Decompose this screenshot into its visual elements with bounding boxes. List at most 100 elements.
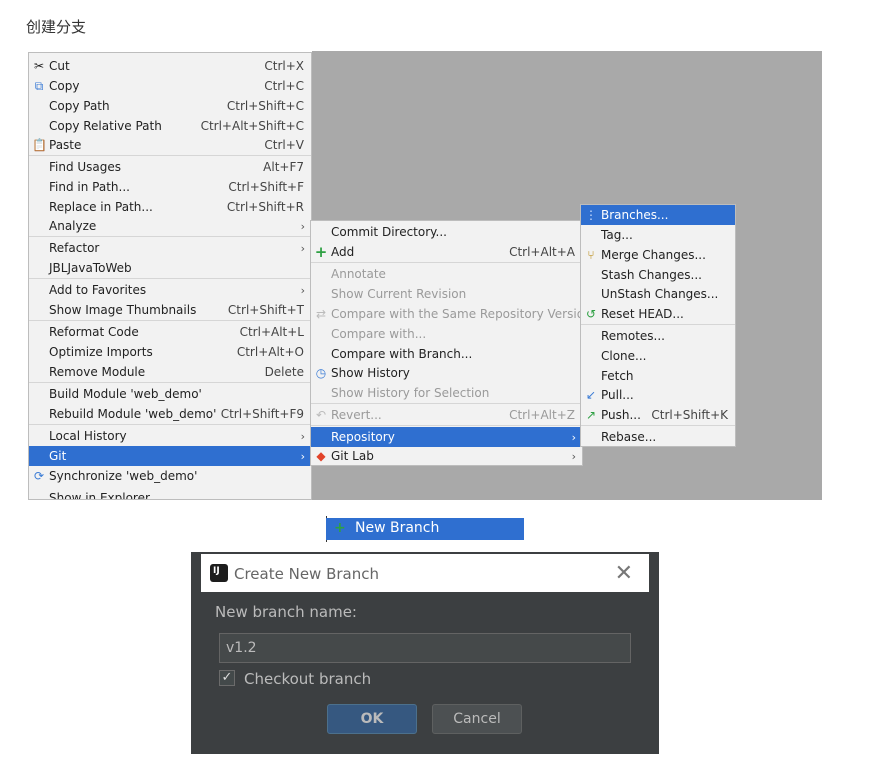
plus-icon: + bbox=[334, 520, 346, 536]
menu-item-jbljavatoweb[interactable]: JBLJavaToWeb bbox=[29, 258, 311, 278]
menu-item-add-to-favorites[interactable]: Add to Favorites › bbox=[29, 280, 311, 300]
menu-item-shortcut: Delete bbox=[264, 365, 304, 379]
menu-item-replace-in-path[interactable]: Replace in Path... Ctrl+Shift+R bbox=[29, 197, 311, 217]
create-branch-dialog: Create New Branch ✕ New branch name: v1.… bbox=[191, 552, 659, 754]
menu-item-label: Rebuild Module 'web_demo' bbox=[49, 407, 217, 421]
menu-item-label: Reformat Code bbox=[49, 325, 139, 339]
checkout-branch-label[interactable]: Checkout branch bbox=[244, 670, 371, 688]
menu-item-revert[interactable]: ↶ Revert... Ctrl+Alt+Z bbox=[311, 405, 582, 425]
revert-icon: ↶ bbox=[315, 408, 327, 422]
dialog-titlebar: Create New Branch ✕ bbox=[201, 554, 649, 592]
checkout-branch-checkbox[interactable]: ✓ bbox=[219, 670, 235, 686]
menu-item-show-history-selection[interactable]: Show History for Selection bbox=[311, 383, 582, 403]
menu-separator bbox=[29, 424, 311, 425]
menu-item-repository[interactable]: Repository › bbox=[311, 427, 582, 447]
menu-item-label: Branches... bbox=[601, 208, 669, 222]
menu-item-paste[interactable]: 📋 Paste Ctrl+V bbox=[29, 135, 311, 155]
menu-item-annotate[interactable]: Annotate bbox=[311, 264, 582, 284]
menu-item-label: Show Image Thumbnails bbox=[49, 303, 197, 317]
menu-item-shortcut: Ctrl+Shift+R bbox=[226, 200, 304, 214]
menu-item-label: Cut bbox=[49, 59, 70, 73]
menu-item-label: Copy Path bbox=[49, 99, 110, 113]
gitlab-icon: ◆ bbox=[316, 449, 326, 463]
ok-button[interactable]: OK bbox=[327, 704, 417, 734]
menu-item-compare-with-branch[interactable]: Compare with Branch... bbox=[311, 344, 582, 364]
menu-item-label: Replace in Path... bbox=[49, 200, 153, 214]
menu-item-label: Commit Directory... bbox=[331, 225, 447, 239]
menu-item-label: Add to Favorites bbox=[49, 283, 147, 297]
menu-item-copy[interactable]: ⧉ Copy Ctrl+C bbox=[29, 76, 311, 96]
menu-item-label: Find Usages bbox=[49, 160, 122, 174]
menu-item-show-image-thumbnails[interactable]: Show Image Thumbnails Ctrl+Shift+T bbox=[29, 300, 311, 320]
chevron-right-icon: › bbox=[300, 429, 305, 443]
menu-item-label: Find in Path... bbox=[49, 180, 130, 194]
menu-item-shortcut: Ctrl+Shift+F bbox=[228, 180, 304, 194]
push-icon: ↗ bbox=[585, 408, 597, 422]
menu-item-remove-module[interactable]: Remove Module Delete bbox=[29, 362, 311, 382]
paste-icon: 📋 bbox=[32, 138, 47, 152]
menu-item-label: Repository bbox=[331, 430, 395, 444]
menu-item-push[interactable]: ↗ Push... Ctrl+Shift+K bbox=[581, 405, 735, 425]
menu-item-find-in-path[interactable]: Find in Path... Ctrl+Shift+F bbox=[29, 177, 311, 197]
close-icon[interactable]: ✕ bbox=[615, 561, 633, 586]
history-icon: ◷ bbox=[315, 366, 327, 380]
menu-separator bbox=[29, 382, 311, 383]
menu-item-rebase[interactable]: Rebase... bbox=[581, 427, 735, 447]
menu-item-compare-same-repo-version[interactable]: ⇄ Compare with the Same Repository Versi… bbox=[311, 304, 592, 324]
new-branch-menu-item[interactable]: + New Branch bbox=[326, 518, 524, 540]
menu-separator bbox=[311, 403, 582, 404]
menu-item-synchronize[interactable]: ⟳ Synchronize 'web_demo' bbox=[29, 466, 311, 486]
menu-item-clone[interactable]: Clone... bbox=[581, 346, 735, 366]
menu-item-label: Git Lab bbox=[331, 449, 374, 463]
menu-item-build-module[interactable]: Build Module 'web_demo' bbox=[29, 384, 311, 404]
branch-name-input[interactable]: v1.2 bbox=[219, 633, 631, 663]
menu-item-unstash-changes[interactable]: UnStash Changes... bbox=[581, 284, 735, 304]
chevron-right-icon: › bbox=[300, 241, 305, 255]
menu-item-fetch[interactable]: Fetch bbox=[581, 366, 735, 386]
menu-item-git[interactable]: Git › bbox=[29, 446, 311, 466]
menu-item-stash-changes[interactable]: Stash Changes... bbox=[581, 265, 735, 285]
menu-item-local-history[interactable]: Local History › bbox=[29, 426, 311, 446]
menu-item-shortcut: Ctrl+Alt+Z bbox=[509, 408, 575, 422]
menu-item-copy-relative-path[interactable]: Copy Relative Path Ctrl+Alt+Shift+C bbox=[29, 116, 311, 136]
menu-item-shortcut: Ctrl+Shift+F9 bbox=[220, 407, 304, 421]
menu-item-shortcut: Ctrl+Shift+K bbox=[651, 408, 728, 422]
menu-item-compare-with[interactable]: Compare with... bbox=[311, 324, 582, 344]
plus-icon: + bbox=[314, 243, 328, 261]
menu-item-remotes[interactable]: Remotes... bbox=[581, 326, 735, 346]
reset-icon: ↺ bbox=[585, 307, 597, 321]
menu-item-reset-head[interactable]: ↺ Reset HEAD... bbox=[581, 304, 735, 324]
menu-item-rebuild-module[interactable]: Rebuild Module 'web_demo' Ctrl+Shift+F9 bbox=[29, 404, 311, 424]
menu-item-shortcut: Ctrl+Alt+Shift+C bbox=[200, 119, 304, 133]
menu-item-commit-directory[interactable]: Commit Directory... bbox=[311, 222, 582, 242]
sync-icon: ⟳ bbox=[33, 469, 45, 483]
menu-separator bbox=[581, 425, 735, 426]
menu-item-analyze[interactable]: Analyze › bbox=[29, 216, 311, 236]
menu-item-find-usages[interactable]: Find Usages Alt+F7 bbox=[29, 157, 311, 177]
menu-item-label: Copy Relative Path bbox=[49, 119, 162, 133]
menu-item-gitlab[interactable]: ◆ Git Lab › bbox=[311, 446, 582, 466]
branch-name-label: New branch name: bbox=[215, 603, 357, 621]
menu-separator bbox=[311, 425, 582, 426]
menu-item-label: UnStash Changes... bbox=[601, 287, 719, 301]
menu-item-add[interactable]: + Add Ctrl+Alt+A bbox=[311, 242, 582, 262]
menu-item-label: Compare with... bbox=[331, 327, 427, 341]
menu-item-show-current-revision[interactable]: Show Current Revision bbox=[311, 284, 582, 304]
menu-item-reformat-code[interactable]: Reformat Code Ctrl+Alt+L bbox=[29, 322, 311, 342]
menu-item-label: Reset HEAD... bbox=[601, 307, 684, 321]
menu-item-show-in-explorer[interactable]: Show in Explorer bbox=[29, 488, 311, 499]
page-title: 创建分支 bbox=[26, 18, 87, 36]
menu-item-label: Compare with the Same Repository Version bbox=[331, 307, 592, 321]
menu-item-merge-changes[interactable]: ⑂ Merge Changes... bbox=[581, 245, 735, 265]
menu-item-copy-path[interactable]: Copy Path Ctrl+Shift+C bbox=[29, 96, 311, 116]
menu-item-pull[interactable]: ↙ Pull... bbox=[581, 385, 735, 405]
menu-item-label: Tag... bbox=[601, 228, 633, 242]
menu-item-tag[interactable]: Tag... bbox=[581, 225, 735, 245]
chevron-right-icon: › bbox=[300, 283, 305, 297]
menu-item-cut[interactable]: ✂ Cut Ctrl+X bbox=[29, 56, 311, 76]
menu-item-refactor[interactable]: Refactor › bbox=[29, 238, 311, 258]
menu-item-branches[interactable]: ⋮ Branches... bbox=[581, 205, 735, 225]
menu-item-optimize-imports[interactable]: Optimize Imports Ctrl+Alt+O bbox=[29, 342, 311, 362]
menu-item-show-history[interactable]: ◷ Show History bbox=[311, 363, 582, 383]
cancel-button[interactable]: Cancel bbox=[432, 704, 522, 734]
